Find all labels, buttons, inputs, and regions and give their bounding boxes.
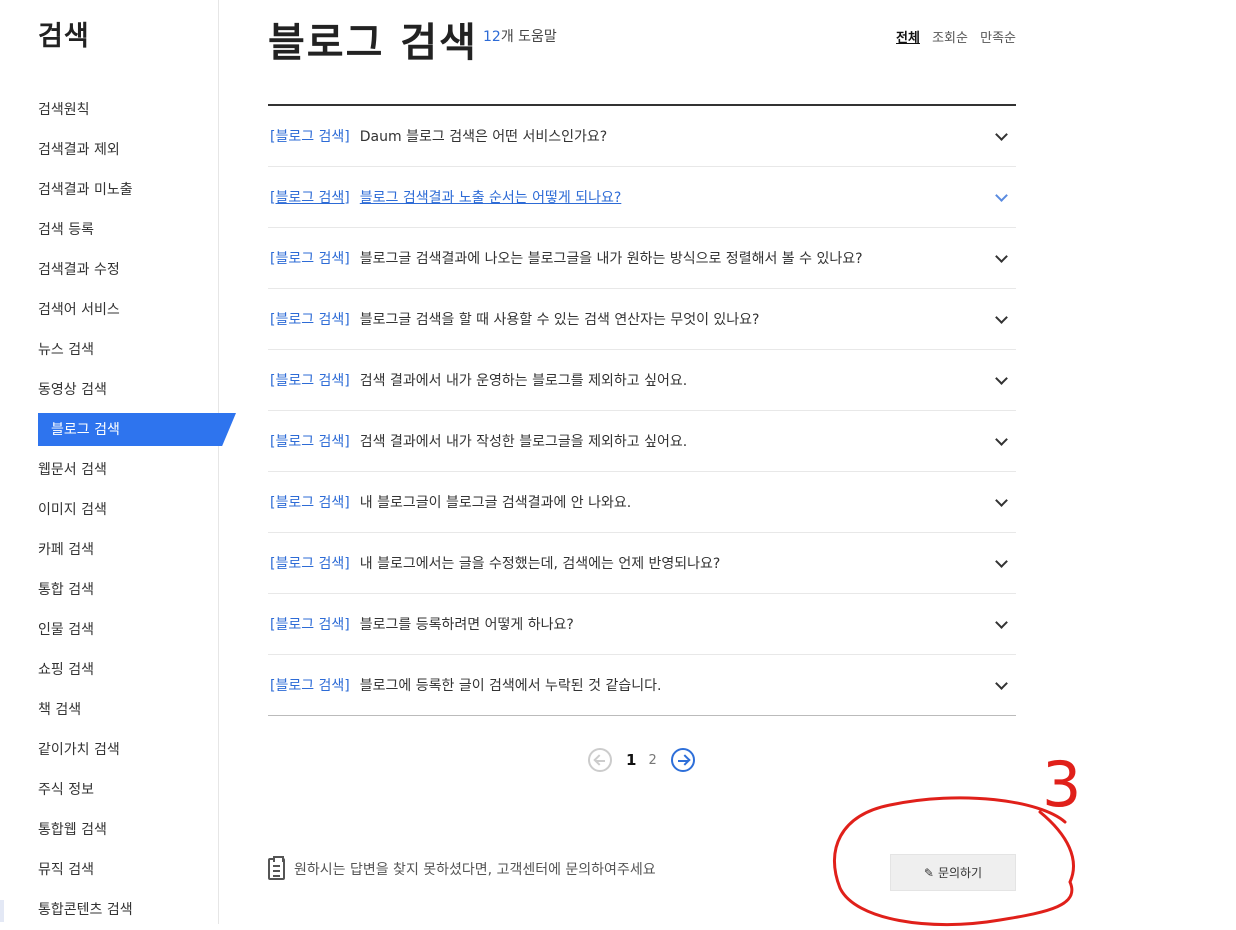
sidebar-item-shopping[interactable]: 쇼핑 검색	[0, 650, 240, 690]
sidebar-item-result-not-exposed[interactable]: 검색결과 미노출	[0, 170, 240, 210]
help-count: 12개 도움말	[483, 26, 557, 46]
chevron-down-icon	[995, 433, 1008, 446]
chevron-down-icon	[995, 372, 1008, 385]
faq-item[interactable]: [블로그 검색] 블로그글 검색을 할 때 사용할 수 있는 검색 연산자는 무…	[268, 289, 1016, 350]
sidebar-item-music[interactable]: 뮤직 검색	[0, 850, 240, 890]
page-1[interactable]: 1	[626, 751, 636, 769]
sidebar-item-blog[interactable]: 블로그 검색	[0, 410, 240, 450]
faq-question: 내 블로그글이 블로그글 검색결과에 안 나와요.	[359, 495, 632, 511]
sidebar-item-image[interactable]: 이미지 검색	[0, 490, 240, 530]
faq-category: [블로그 검색]	[270, 556, 350, 572]
faq-item[interactable]: [블로그 검색] 블로그에 등록한 글이 검색에서 누락된 것 같습니다.	[268, 655, 1016, 716]
sidebar-item-news[interactable]: 뉴스 검색	[0, 330, 240, 370]
inquiry-text: 원하시는 답변을 찾지 못하셨다면, 고객센터에 문의하여주세요	[294, 862, 656, 878]
sidebar-item-cafe[interactable]: 카페 검색	[0, 530, 240, 570]
faq-item[interactable]: [블로그 검색] Daum 블로그 검색은 어떤 서비스인가요?	[268, 106, 1016, 167]
sidebar-title: 검색	[38, 21, 90, 52]
sort-all[interactable]: 전체	[896, 31, 920, 46]
sort-views[interactable]: 조회순	[932, 31, 968, 46]
faq-category: [블로그 검색]	[270, 373, 350, 389]
sidebar-item-together-value[interactable]: 같이가치 검색	[0, 730, 240, 770]
clipboard-line	[273, 875, 280, 877]
inquiry-button[interactable]: ✎ 문의하기	[890, 854, 1016, 891]
sidebar-item-book[interactable]: 책 검색	[0, 690, 240, 730]
chevron-down-icon	[995, 616, 1008, 629]
faq-question: 블로그글 검색결과에 나오는 블로그글을 내가 원하는 방식으로 정렬해서 볼 …	[359, 251, 863, 267]
faq-item[interactable]: [블로그 검색] 블로그글 검색결과에 나오는 블로그글을 내가 원하는 방식으…	[268, 228, 1016, 289]
pencil-icon: ✎	[923, 865, 934, 880]
chevron-down-icon	[995, 189, 1008, 202]
sidebar-item-integrated-web[interactable]: 통합웹 검색	[0, 810, 240, 850]
annotation-number: 3	[1042, 748, 1081, 821]
inquiry-notice: 원하시는 답변을 찾지 못하셨다면, 고객센터에 문의하여주세요	[268, 856, 656, 880]
faq-item[interactable]: [블로그 검색] 블로그 검색결과 노출 순서는 어떻게 되나요?	[268, 167, 1016, 228]
sidebar: 검색 검색원칙 검색결과 제외 검색결과 미노출 검색 등록 검색결과 수정 검…	[0, 0, 236, 924]
faq-question: 블로그 검색결과 노출 순서는 어떻게 되나요?	[359, 190, 622, 206]
sidebar-item-integrated-content[interactable]: 통합콘텐츠 검색	[0, 890, 240, 930]
faq-category: [블로그 검색]	[270, 678, 350, 694]
page-title: 블로그 검색	[268, 20, 478, 66]
chevron-down-icon	[995, 250, 1008, 263]
sidebar-item-integrated[interactable]: 통합 검색	[0, 570, 240, 610]
sidebar-item-search-register[interactable]: 검색 등록	[0, 210, 240, 250]
faq-question: 검색 결과에서 내가 운영하는 블로그를 제외하고 싶어요.	[359, 373, 688, 389]
prev-page-button[interactable]	[588, 748, 612, 772]
help-count-number: 12	[483, 29, 501, 45]
faq-question: Daum 블로그 검색은 어떤 서비스인가요?	[359, 129, 608, 145]
page-2[interactable]: 2	[648, 753, 656, 768]
inquiry-button-label: 문의하기	[937, 866, 983, 880]
faq-category: [블로그 검색]	[270, 617, 350, 633]
faq-category: [블로그 검색]	[270, 190, 350, 206]
sidebar-item-search-principles[interactable]: 검색원칙	[0, 90, 240, 130]
faq-category: [블로그 검색]	[270, 251, 350, 267]
help-count-suffix: 개 도움말	[500, 29, 557, 45]
clipboard-line	[273, 865, 280, 867]
faq-category: [블로그 검색]	[270, 129, 350, 145]
faq-item[interactable]: [블로그 검색] 내 블로그에서는 글을 수정했는데, 검색에는 언제 반영되나…	[268, 533, 1016, 594]
scroll-marker	[0, 900, 4, 922]
faq-item[interactable]: [블로그 검색] 검색 결과에서 내가 운영하는 블로그를 제외하고 싶어요.	[268, 350, 1016, 411]
faq-category: [블로그 검색]	[270, 434, 350, 450]
sort-tabs: 전체 조회순 만족순	[888, 27, 1016, 46]
pagination: 1 2	[588, 746, 695, 774]
chevron-down-icon	[995, 311, 1008, 324]
faq-question: 블로그에 등록한 글이 검색에서 누락된 것 같습니다.	[359, 678, 662, 694]
faq-question: 블로그글 검색을 할 때 사용할 수 있는 검색 연산자는 무엇이 있나요?	[359, 312, 760, 328]
sidebar-item-result-exclusion[interactable]: 검색결과 제외	[0, 130, 240, 170]
clipboard-clip	[273, 856, 284, 862]
next-page-button[interactable]	[670, 748, 695, 772]
arrow-right-head	[679, 754, 691, 766]
faq-item[interactable]: [블로그 검색] 블로그를 등록하려면 어떻게 하나요?	[268, 594, 1016, 655]
clipboard-line	[273, 870, 280, 872]
faq-list: [블로그 검색] Daum 블로그 검색은 어떤 서비스인가요? [블로그 검색…	[268, 104, 1016, 716]
sort-satisfaction[interactable]: 만족순	[980, 31, 1016, 46]
arrow-left-head	[593, 754, 605, 766]
chevron-down-icon	[995, 494, 1008, 507]
sidebar-item-keyword-service[interactable]: 검색어 서비스	[0, 290, 240, 330]
sidebar-item-person[interactable]: 인물 검색	[0, 610, 240, 650]
sidebar-item-stock[interactable]: 주식 정보	[0, 770, 240, 810]
sidebar-item-web-document[interactable]: 웹문서 검색	[0, 450, 240, 490]
chevron-down-icon	[995, 555, 1008, 568]
faq-question: 내 블로그에서는 글을 수정했는데, 검색에는 언제 반영되나요?	[359, 556, 721, 572]
faq-item[interactable]: [블로그 검색] 내 블로그글이 블로그글 검색결과에 안 나와요.	[268, 472, 1016, 533]
faq-category: [블로그 검색]	[270, 495, 350, 511]
faq-question: 블로그를 등록하려면 어떻게 하나요?	[359, 617, 574, 633]
sidebar-item-result-edit[interactable]: 검색결과 수정	[0, 250, 240, 290]
sidebar-item-video[interactable]: 동영상 검색	[0, 370, 240, 410]
chevron-down-icon	[995, 677, 1008, 690]
sidebar-menu: 검색원칙 검색결과 제외 검색결과 미노출 검색 등록 검색결과 수정 검색어 …	[0, 90, 240, 930]
faq-category: [블로그 검색]	[270, 312, 350, 328]
clipboard-icon	[268, 856, 285, 880]
faq-item[interactable]: [블로그 검색] 검색 결과에서 내가 작성한 블로그글을 제외하고 싶어요.	[268, 411, 1016, 472]
sidebar-item-label: 블로그 검색	[51, 422, 120, 438]
faq-question: 검색 결과에서 내가 작성한 블로그글을 제외하고 싶어요.	[359, 434, 688, 450]
chevron-down-icon	[995, 128, 1008, 141]
